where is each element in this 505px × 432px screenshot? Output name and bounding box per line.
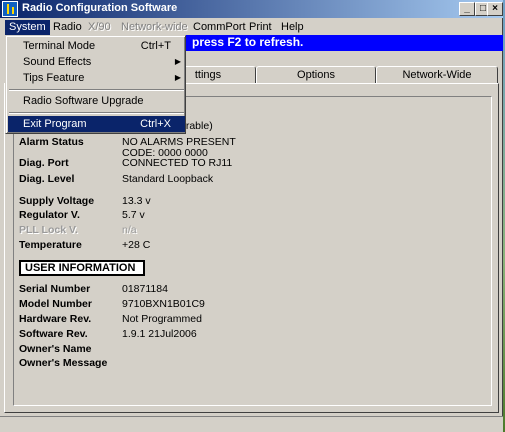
pll-lock-label: PLL Lock V.	[19, 224, 78, 236]
menu-system[interactable]: System	[5, 20, 50, 35]
system-menu-dropdown: Terminal Mode Ctrl+T Sound Effects ▶ Tip…	[5, 35, 186, 134]
submenu-arrow-icon: ▶	[174, 73, 181, 82]
diag-port-value: CONNECTED TO RJ11	[122, 157, 233, 169]
supply-voltage-value: 13.3 v	[122, 195, 151, 207]
software-upgrade-label: Radio Software Upgrade	[23, 95, 144, 107]
submenu-arrow-icon: ▶	[174, 57, 181, 66]
model-number-value: 9710BXN1B01C9	[122, 298, 205, 310]
menu-item-sound-effects[interactable]: Sound Effects ▶	[8, 54, 185, 70]
diag-port-label: Diag. Port	[19, 157, 69, 169]
terminal-mode-shortcut: Ctrl+T	[140, 40, 171, 52]
owner-name-label: Owner's Name	[19, 343, 92, 355]
exit-program-shortcut: Ctrl+X	[140, 118, 171, 130]
sound-effects-label: Sound Effects	[23, 56, 92, 68]
terminal-mode-label: Terminal Mode	[23, 40, 96, 52]
refresh-status-strip: press F2 to refresh.	[186, 35, 503, 51]
owner-message-label: Owner's Message	[19, 357, 108, 369]
menu-item-terminal-mode[interactable]: Terminal Mode Ctrl+T	[8, 38, 185, 54]
menu-print[interactable]: Print	[245, 20, 276, 35]
hardware-rev-label: Hardware Rev.	[19, 313, 92, 325]
menu-network-wide[interactable]: Network-wide	[117, 20, 192, 35]
tab-network-wide[interactable]: Network-Wide	[376, 66, 498, 84]
temperature-label: Temperature	[19, 239, 82, 251]
exit-program-label: Exit Program	[23, 118, 87, 130]
menu-radio[interactable]: Radio	[49, 20, 86, 35]
model-number-label: Model Number	[19, 298, 92, 310]
close-button[interactable]: ×	[487, 2, 503, 16]
serial-number-value: 01871184	[122, 283, 168, 295]
bottom-status-bar	[0, 416, 503, 432]
menu-item-exit-program[interactable]: Exit Program Ctrl+X	[8, 116, 185, 132]
diag-level-label: Diag. Level	[19, 173, 75, 185]
alarm-status-label: Alarm Status	[19, 136, 84, 148]
radio-app-icon	[2, 1, 18, 17]
menu-help[interactable]: Help	[277, 20, 308, 35]
menu-bar: System Radio X/90 Network-wide CommPort …	[0, 19, 503, 36]
diag-level-value: Standard Loopback	[122, 173, 214, 185]
main-window: Radio Configuration Software _ □ × Syste…	[0, 0, 503, 432]
minimize-button[interactable]: _	[459, 2, 475, 16]
software-rev-value: 1.9.1 21Jul2006	[122, 328, 197, 340]
window-title: Radio Configuration Software	[22, 2, 178, 14]
menu-x90[interactable]: X/90	[84, 20, 115, 35]
regulator-value: 5.7 v	[122, 209, 145, 221]
title-bar[interactable]: Radio Configuration Software _ □ ×	[0, 0, 503, 18]
user-information-heading: USER INFORMATION	[19, 260, 145, 276]
menu-separator	[9, 112, 184, 114]
pll-lock-value: n/a	[122, 224, 137, 236]
tips-feature-label: Tips Feature	[23, 72, 85, 84]
menu-item-tips-feature[interactable]: Tips Feature ▶	[8, 70, 185, 86]
serial-number-label: Serial Number	[19, 283, 91, 295]
hardware-rev-value: Not Programmed	[122, 313, 202, 325]
temperature-value: +28 C	[122, 239, 151, 251]
menu-separator	[9, 89, 184, 91]
menu-item-radio-software-upgrade[interactable]: Radio Software Upgrade	[8, 93, 185, 109]
supply-voltage-label: Supply Voltage	[19, 195, 95, 207]
tab-options[interactable]: Options	[256, 66, 376, 84]
menu-commport[interactable]: CommPort	[189, 20, 250, 35]
software-rev-label: Software Rev.	[19, 328, 88, 340]
regulator-label: Regulator V.	[19, 209, 80, 221]
